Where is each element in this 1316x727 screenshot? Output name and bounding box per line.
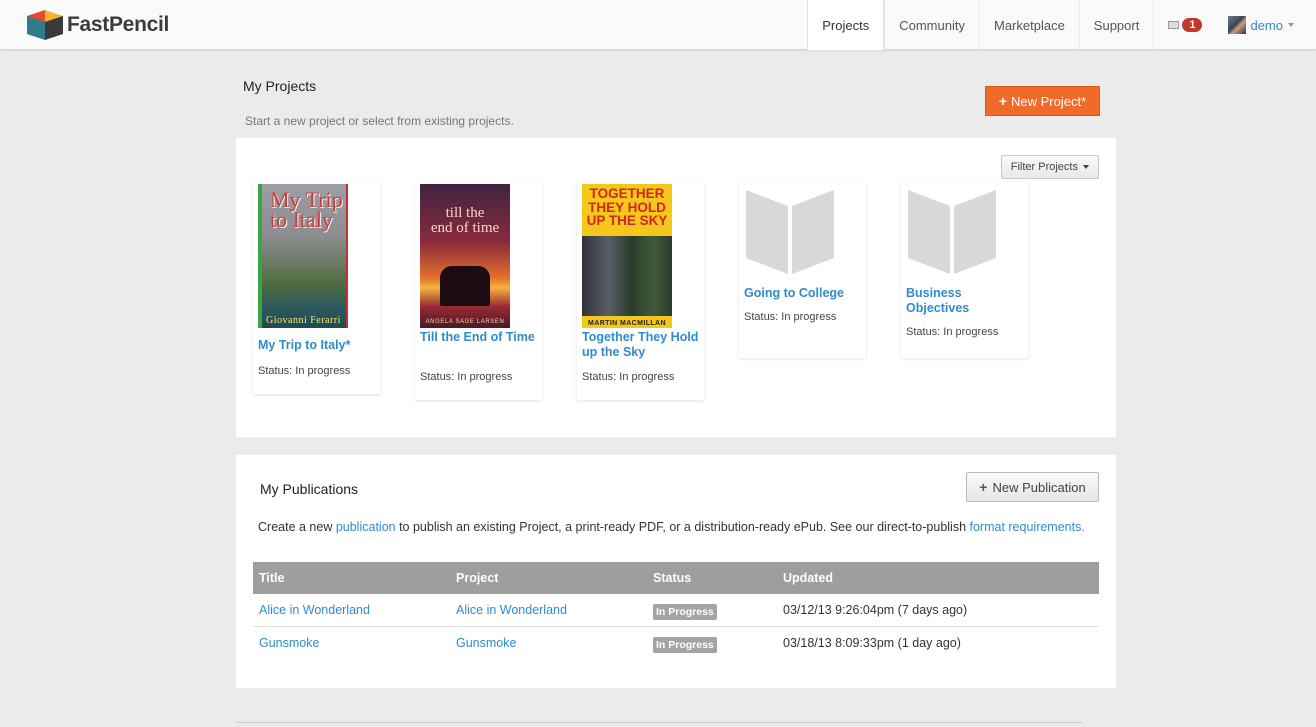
brand-name: FastPencil bbox=[67, 13, 170, 36]
book-placeholder-icon[interactable] bbox=[744, 184, 836, 276]
messages-button[interactable]: 1 bbox=[1153, 0, 1216, 50]
page-title: My Projects bbox=[243, 78, 317, 94]
status-badge: In Progress bbox=[653, 604, 717, 620]
section-title: My Publications bbox=[260, 481, 359, 497]
project-title-link[interactable]: Till the End of Time bbox=[420, 330, 538, 345]
project-title-link[interactable]: Business Objectives bbox=[906, 286, 1024, 316]
new-project-label: New Project* bbox=[1011, 93, 1087, 109]
chevron-down-icon bbox=[1083, 165, 1089, 169]
filter-label: Filter Projects bbox=[1010, 161, 1078, 173]
publication-title-link[interactable]: Gunsmoke bbox=[259, 636, 319, 650]
cover-title-line: to Italy bbox=[270, 207, 333, 232]
cover-author: MARTIN MACMILLAN bbox=[588, 320, 666, 327]
table-row: Alice in Wonderland Alice in Wonderland … bbox=[253, 594, 1099, 627]
publications-panel: My Publications + New Publication Create… bbox=[236, 455, 1116, 688]
plus-icon: + bbox=[998, 93, 1008, 109]
updated-timestamp: 03/18/13 8:09:33pm (1 day ago) bbox=[783, 636, 961, 650]
desc-text: to publish an existing Project, a print-… bbox=[395, 520, 970, 534]
table-row: Gunsmoke Gunsmoke In Progress 03/18/13 8… bbox=[253, 627, 1099, 660]
project-card[interactable]: TOGETHER THEY HOLD UP THE SKY MARTIN MACMI… bbox=[577, 182, 704, 400]
desc-text: Create a new bbox=[258, 520, 336, 534]
book-cover[interactable]: till the end of time ANGELA SAGE LARSEN bbox=[420, 184, 510, 328]
chevron-down-icon bbox=[1288, 23, 1294, 27]
new-project-button[interactable]: + New Project* bbox=[985, 86, 1100, 116]
cover-photo bbox=[582, 236, 672, 316]
project-link[interactable]: Gunsmoke bbox=[456, 636, 516, 650]
nav-community[interactable]: Community bbox=[884, 0, 979, 50]
status-badge: In Progress bbox=[653, 637, 717, 653]
project-status: Status: In progress bbox=[420, 371, 513, 383]
project-status: Status: In progress bbox=[744, 311, 837, 323]
project-status: Status: In progress bbox=[582, 371, 675, 383]
message-count-badge: 1 bbox=[1182, 18, 1203, 32]
table-header: Title Project Status Updated bbox=[253, 562, 1099, 594]
project-title-link[interactable]: My Trip to Italy* bbox=[258, 338, 376, 353]
silhouette-graphic bbox=[440, 266, 490, 306]
project-card[interactable]: till the end of time ANGELA SAGE LARSEN T… bbox=[415, 182, 542, 400]
project-card[interactable]: Business Objectives Status: In progress bbox=[901, 182, 1028, 358]
format-requirements-link[interactable]: format requirements. bbox=[970, 520, 1085, 534]
book-cover[interactable]: My Trip to Italy Giovanni Ferarri bbox=[258, 184, 348, 328]
project-status: Status: In progress bbox=[906, 326, 999, 338]
column-header-updated[interactable]: Updated bbox=[783, 571, 833, 585]
filter-projects-dropdown[interactable]: Filter Projects bbox=[1000, 155, 1099, 179]
cover-title-line: till the bbox=[445, 205, 485, 221]
fastpencil-logo-icon bbox=[27, 10, 63, 40]
book-cover[interactable]: TOGETHER THEY HOLD UP THE SKY MARTIN MACMI… bbox=[582, 184, 672, 328]
column-header-project[interactable]: Project bbox=[456, 571, 498, 585]
avatar bbox=[1228, 16, 1247, 34]
divider bbox=[236, 722, 1082, 723]
project-card[interactable]: My Trip to Italy Giovanni Ferarri My Trip… bbox=[253, 182, 380, 394]
publication-title-link[interactable]: Alice in Wonderland bbox=[259, 603, 370, 617]
envelope-icon bbox=[1168, 21, 1180, 29]
projects-panel: Filter Projects My Trip to Italy Giovanni… bbox=[236, 138, 1116, 437]
project-link[interactable]: Alice in Wonderland bbox=[456, 603, 567, 617]
book-placeholder-icon[interactable] bbox=[906, 184, 998, 276]
publications-table: Title Project Status Updated Alice in Wo… bbox=[253, 562, 1099, 660]
project-title-link[interactable]: Going to College bbox=[744, 286, 862, 301]
cover-author: ANGELA SAGE LARSEN bbox=[425, 319, 505, 325]
cover-author: Giovanni Ferarri bbox=[266, 315, 341, 326]
updated-timestamp: 03/12/13 9:26:04pm (7 days ago) bbox=[783, 603, 968, 617]
cover-title-line: end of time bbox=[430, 220, 500, 236]
main-nav: Projects Community Marketplace Support 1… bbox=[807, 0, 1316, 50]
new-publication-label: New Publication bbox=[992, 479, 1086, 495]
new-publication-button[interactable]: + New Publication bbox=[966, 472, 1099, 502]
column-header-status[interactable]: Status bbox=[653, 571, 691, 585]
project-card[interactable]: Going to College Status: In progress bbox=[739, 182, 866, 358]
top-navbar: FastPencil Projects Community Marketplac… bbox=[0, 0, 1316, 50]
brand-logo[interactable]: FastPencil bbox=[27, 10, 169, 40]
publications-description: Create a new publication to publish an e… bbox=[258, 520, 1085, 534]
nav-support[interactable]: Support bbox=[1078, 0, 1154, 50]
cover-title-line: UP THE SKY bbox=[586, 213, 668, 228]
project-title-link[interactable]: Together They Hold up the Sky bbox=[582, 330, 700, 360]
page-subtitle: Start a new project or select from exist… bbox=[245, 114, 514, 128]
project-status: Status: In progress bbox=[258, 365, 351, 377]
publication-link[interactable]: publication bbox=[336, 520, 396, 534]
nav-marketplace[interactable]: Marketplace bbox=[978, 0, 1079, 50]
nav-projects[interactable]: Projects bbox=[807, 0, 885, 50]
plus-icon: + bbox=[979, 479, 988, 495]
user-name: demo bbox=[1250, 17, 1283, 33]
column-header-title[interactable]: Title bbox=[259, 571, 284, 585]
user-menu[interactable]: demo bbox=[1216, 0, 1316, 50]
